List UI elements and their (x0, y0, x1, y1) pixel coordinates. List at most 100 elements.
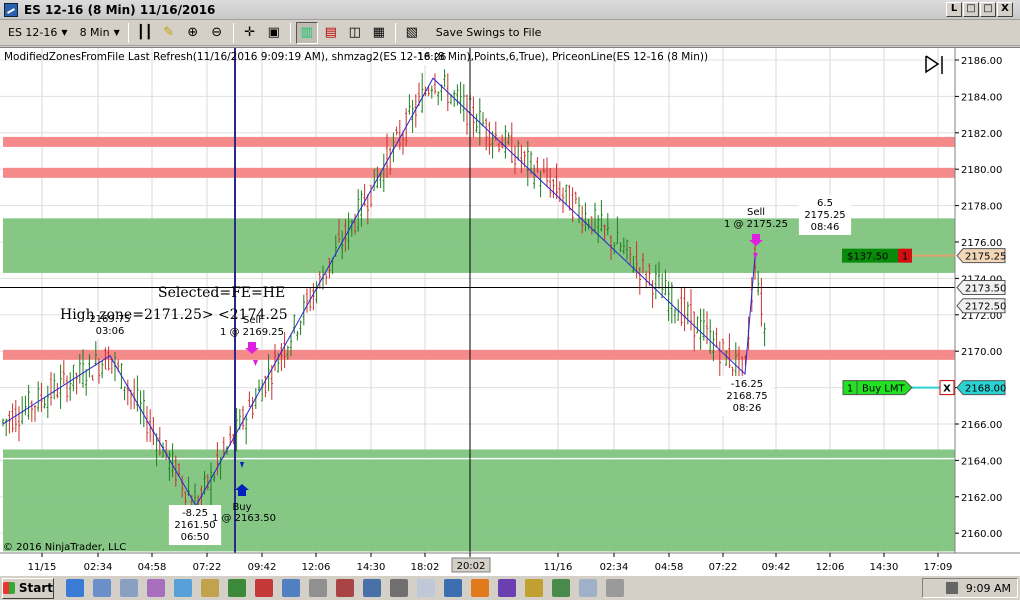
swing-last-label: 6.5 (817, 198, 833, 209)
swing-low-label: 06:50 (181, 532, 210, 543)
start-button[interactable]: Start (2, 577, 54, 599)
time-axis-label: 12:06 (816, 562, 845, 573)
time-axis-label: 14:30 (870, 562, 899, 573)
app-icon[interactable] (363, 579, 381, 597)
toolbar-divider (232, 22, 234, 43)
app-icon[interactable] (309, 579, 327, 597)
close-button[interactable]: X (997, 2, 1013, 17)
time-axis-label: 02:34 (600, 562, 629, 573)
red-zone (3, 136, 955, 147)
price-axis-label: 2184.00 (961, 92, 1002, 103)
buy-label: Buy (232, 502, 251, 513)
green-zone (3, 449, 955, 552)
price-axis-label: 2166.00 (961, 420, 1002, 431)
chart-trader-icon[interactable]: ▥ (295, 21, 318, 44)
app-icon[interactable] (255, 579, 273, 597)
templates-icon[interactable]: ▧ (401, 22, 423, 44)
app-icon[interactable] (174, 579, 192, 597)
time-axis-label: 02:34 (84, 562, 113, 573)
price-axis-label: 2160.00 (961, 529, 1002, 540)
system-tray: 9:09 AM (922, 578, 1018, 598)
chart-toolbar: ES 12-16 ▼ 8 Min ▼ ┃┃ ✎ ⊕ ⊖ ✛ ▣ ▥ ▤ ◫ ▦ … (0, 20, 1020, 46)
selected-label: Selected=FE=HE (158, 285, 285, 301)
app-icon[interactable] (147, 579, 165, 597)
price-axis-label: 2178.00 (961, 202, 1002, 213)
price-chart[interactable]: 2186.00 2184.00 2182.00 2180.00 2178.00 2176.… (0, 48, 1020, 576)
price-axis-label: 2164.00 (961, 456, 1002, 467)
app-icon[interactable] (417, 579, 435, 597)
app-icon[interactable] (498, 579, 516, 597)
data-box-icon[interactable]: ▦ (368, 22, 390, 44)
window-title: ES 12-16 (8 Min) 11/16/2016 (24, 2, 216, 17)
sell-fill-label: 1 @ 2175.25 (724, 219, 788, 230)
restore-button[interactable]: □ (963, 2, 979, 17)
price-axis-label: 2176.00 (961, 238, 1002, 249)
app-icon[interactable] (552, 579, 570, 597)
firefox-icon[interactable] (471, 579, 489, 597)
position-qty-label: 1 (902, 252, 908, 263)
time-axis-label: 04:58 (655, 562, 684, 573)
instrument-selector[interactable]: ES 12-16 ▼ (4, 22, 72, 44)
drawing-tool-icon[interactable]: ✎ (158, 22, 180, 44)
network-icon[interactable] (945, 582, 958, 594)
interval-label: 8 Min (79, 26, 110, 39)
swing-low-label: -8.25 (182, 508, 208, 519)
price-flag-label: 2172.50 (965, 302, 1006, 313)
bar-style-icon[interactable]: ┃┃ (134, 22, 156, 44)
close-icon: X (943, 384, 951, 395)
app-icon[interactable] (606, 579, 624, 597)
crosshair-price-label: 2173.50 (965, 284, 1006, 295)
ie-icon[interactable] (66, 579, 84, 597)
toolbar-divider (127, 22, 129, 43)
strategies-icon[interactable]: ◫ (344, 22, 366, 44)
app-icon[interactable] (282, 579, 300, 597)
maximize-button[interactable]: □ (980, 2, 996, 17)
zoom-in-icon[interactable]: ⊕ (182, 22, 204, 44)
zoom-out-icon[interactable]: ⊖ (206, 22, 228, 44)
chevron-down-icon: ▼ (61, 28, 68, 37)
crosshair-time-label: 20:02 (457, 561, 486, 572)
price-bars (1, 69, 766, 516)
start-label: Start (18, 581, 53, 595)
app-icon[interactable] (390, 579, 408, 597)
app-icon[interactable] (93, 579, 111, 597)
red-zone (3, 349, 955, 360)
sell-fill-label: 1 @ 2169.25 (220, 327, 284, 338)
app-icon[interactable] (336, 579, 354, 597)
swing-low-label: 08:26 (733, 403, 762, 414)
interval-selector[interactable]: 8 Min ▼ (76, 22, 124, 44)
limit-price-label: 2168.00 (965, 384, 1006, 395)
clock: 9:09 AM (965, 581, 1011, 595)
app-icon[interactable] (201, 579, 219, 597)
app-icon[interactable] (525, 579, 543, 597)
limit-type-label: Buy LMT (862, 384, 905, 395)
sell-exec-marker (253, 360, 258, 366)
properties-icon[interactable]: ▣ (263, 22, 285, 44)
limit-qty-label: 1 (847, 384, 853, 395)
price-chart-panel[interactable]: 2186.00 2184.00 2182.00 2180.00 2178.00 2176.… (0, 47, 1020, 575)
app-icon[interactable] (228, 579, 246, 597)
swing-last-label: 08:46 (811, 222, 840, 233)
toolbar-divider (394, 22, 396, 43)
buy-fill-label: 1 @ 2163.50 (212, 513, 276, 524)
indicators-icon[interactable]: ▤ (320, 22, 342, 44)
price-axis-label: 2170.00 (961, 347, 1002, 358)
app-icon[interactable] (579, 579, 597, 597)
price-axis-label: 2182.00 (961, 129, 1002, 140)
time-axis-label: 11/15 (28, 562, 57, 573)
red-zone (3, 167, 955, 178)
minimize-button[interactable]: L (946, 2, 962, 17)
save-swings-button[interactable]: Save Swings to File (432, 22, 546, 44)
swing-low-label: 2168.75 (726, 391, 767, 402)
time-axis-label: 17:09 (924, 562, 953, 573)
window-title-bar: ES 12-16 (8 Min) 11/16/2016 L □ □ X (0, 0, 1020, 20)
time-axis-label: 11/16 (544, 562, 573, 573)
time-axis-label: 04:58 (138, 562, 167, 573)
crosshair-icon[interactable]: ✛ (239, 22, 261, 44)
last-price-label: 2175.25 (965, 252, 1006, 263)
windows-logo-icon (3, 582, 15, 594)
app-icon[interactable] (120, 579, 138, 597)
app-icon[interactable] (444, 579, 462, 597)
instrument-label: ES 12-16 (8, 26, 58, 39)
price-axis-label: 2162.00 (961, 493, 1002, 504)
